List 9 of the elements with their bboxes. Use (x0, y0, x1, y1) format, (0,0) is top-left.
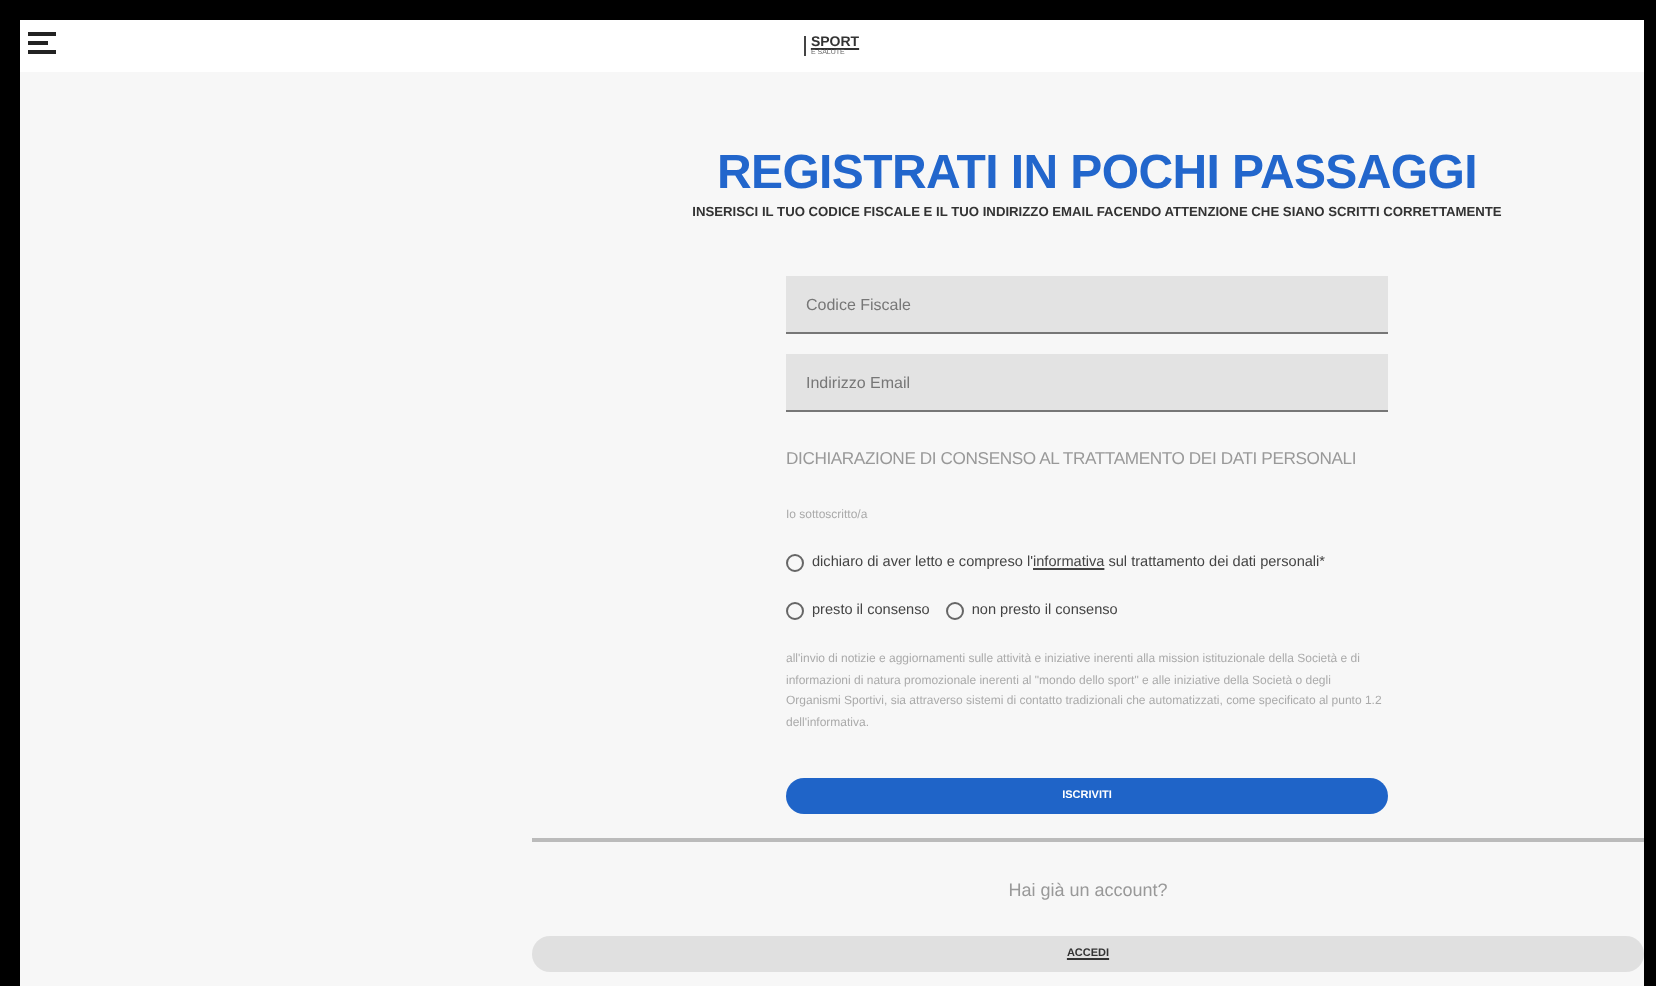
radio-button[interactable] (945, 602, 964, 621)
input-field[interactable]: Codice Fiscale (786, 276, 1388, 335)
radio-button[interactable] (786, 602, 804, 621)
page-title: REGISTRATI IN POCHI PASSAGGI (714, 148, 1480, 201)
menu-icon[interactable] (28, 32, 56, 54)
input-field[interactable]: Indirizzo Email (786, 354, 1388, 413)
login-prompt: Hai già un account? (1006, 878, 1170, 905)
radio-button[interactable] (786, 554, 804, 573)
consent-heading: DICHIARAZIONE DI CONSENSO AL TRATTAMENTO DEI DATI PERSONALI (786, 448, 1357, 471)
